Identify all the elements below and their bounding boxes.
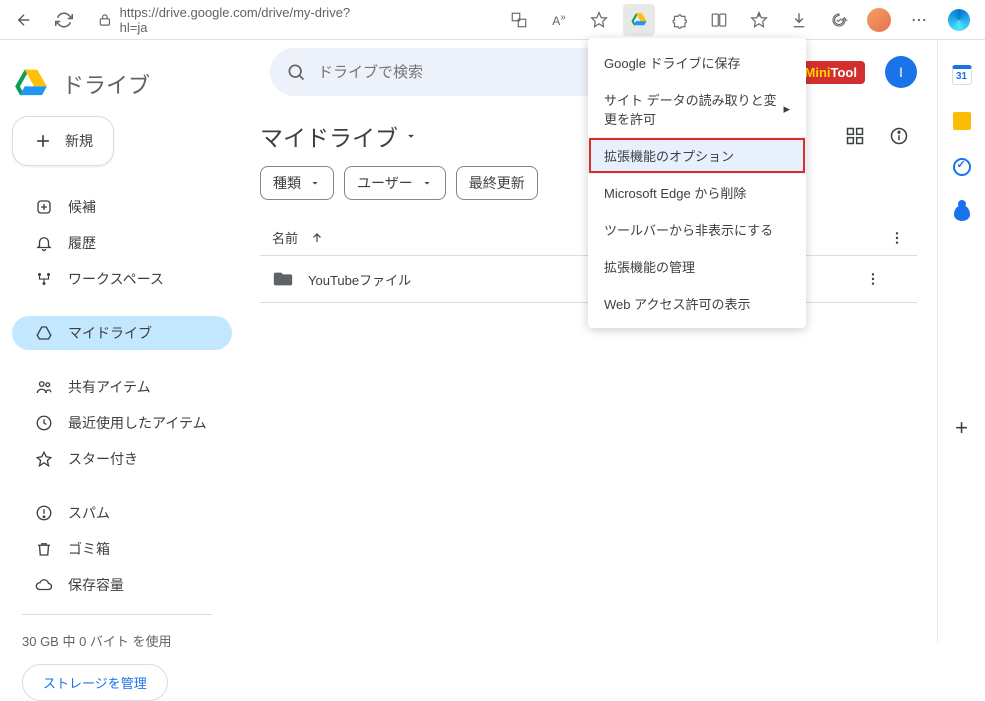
clock-icon: [34, 413, 54, 433]
sidebar-item-label: 履歴: [68, 233, 96, 253]
sidebar-item-label: 保存容量: [68, 575, 124, 595]
keep-icon[interactable]: [951, 110, 973, 132]
info-button[interactable]: [881, 118, 917, 154]
menu-save-to-drive[interactable]: Google ドライブに保存: [588, 44, 806, 81]
sidebar-item-label: スパム: [68, 503, 110, 523]
tasks-icon[interactable]: [951, 156, 973, 178]
collections-icon[interactable]: [743, 4, 775, 36]
browser-toolbar: https://drive.google.com/drive/my-drive?…: [0, 0, 985, 40]
sidebar-item-recent[interactable]: 最近使用したアイテム: [12, 406, 232, 440]
new-button[interactable]: 新規: [12, 116, 114, 166]
filter-type[interactable]: 種類: [260, 166, 334, 200]
sidebar-item-label: ワークスペース: [68, 269, 164, 289]
copilot-icon[interactable]: [943, 4, 975, 36]
name-column-header[interactable]: 名前: [272, 228, 298, 247]
file-menu[interactable]: [865, 271, 905, 287]
workspace-icon: [34, 269, 54, 289]
chevron-down-icon: [421, 177, 433, 189]
calendar-icon[interactable]: 31: [951, 64, 973, 86]
sidebar-item-mydrive[interactable]: マイドライブ: [12, 316, 232, 350]
breadcrumb-label: マイドライブ: [260, 119, 398, 153]
people-icon: [34, 377, 54, 397]
star-icon: [34, 449, 54, 469]
more-icon[interactable]: [903, 4, 935, 36]
sort-arrow-icon[interactable]: [310, 231, 324, 245]
chevron-right-icon: ▸: [783, 101, 790, 117]
storage-usage-text: 30 GB 中 0 バイト を使用: [12, 627, 232, 654]
breadcrumb[interactable]: マイドライブ: [260, 119, 418, 153]
favorite-icon[interactable]: [583, 4, 615, 36]
filter-modified[interactable]: 最終更新: [456, 166, 538, 200]
filter-user[interactable]: ユーザー: [344, 166, 446, 200]
sparkle-icon: [34, 197, 54, 217]
minitool-badge[interactable]: MiniTool: [797, 61, 865, 84]
app-title: ドライブ: [62, 68, 150, 100]
column-menu[interactable]: [889, 230, 905, 246]
read-aloud-icon[interactable]: A»: [543, 4, 575, 36]
performance-icon[interactable]: [823, 4, 855, 36]
downloads-icon[interactable]: [783, 4, 815, 36]
menu-hide-from-toolbar[interactable]: ツールバーから非表示にする: [588, 211, 806, 248]
sidebar-item-label: ゴミ箱: [68, 539, 110, 559]
bell-icon: [34, 233, 54, 253]
file-name: YouTubeファイル: [308, 270, 411, 289]
sidebar: ドライブ 新規 候補 履歴 ワークスペース マイドライブ: [0, 40, 240, 643]
side-panel: 31 +: [937, 40, 985, 643]
sidebar-item-storage[interactable]: 保存容量: [12, 568, 232, 602]
menu-extension-options[interactable]: 拡張機能のオプション: [588, 137, 806, 174]
menu-manage-extensions[interactable]: 拡張機能の管理: [588, 248, 806, 285]
cloud-icon: [34, 575, 54, 595]
extension-context-menu: Google ドライブに保存 サイト データの読み取りと変更を許可▸ 拡張機能の…: [588, 38, 806, 328]
sidebar-item-label: マイドライブ: [68, 323, 152, 343]
trash-icon: [34, 539, 54, 559]
translate-icon[interactable]: [503, 4, 535, 36]
sidebar-item-shared[interactable]: 共有アイテム: [12, 370, 232, 404]
sidebar-item-activity[interactable]: 履歴: [12, 226, 232, 260]
sidebar-item-workspaces[interactable]: ワークスペース: [12, 262, 232, 296]
split-screen-icon[interactable]: [703, 4, 735, 36]
account-avatar[interactable]: I: [885, 56, 917, 88]
manage-storage-button[interactable]: ストレージを管理: [22, 664, 168, 701]
chevron-down-icon: [309, 177, 321, 189]
sidebar-item-suggestions[interactable]: 候補: [12, 190, 232, 224]
search-icon: [286, 62, 306, 82]
folder-icon: [272, 268, 294, 290]
url-text: https://drive.google.com/drive/my-drive?…: [120, 5, 372, 35]
profile-icon[interactable]: [863, 4, 895, 36]
url-bar[interactable]: https://drive.google.com/drive/my-drive?…: [90, 5, 380, 35]
layout-toggle-button[interactable]: [837, 118, 873, 154]
sidebar-item-trash[interactable]: ゴミ箱: [12, 532, 232, 566]
lock-icon: [98, 13, 112, 27]
dropdown-caret-icon: [404, 129, 418, 143]
new-button-label: 新規: [65, 131, 93, 151]
sidebar-item-spam[interactable]: スパム: [12, 496, 232, 530]
sidebar-item-label: スター付き: [68, 449, 138, 469]
refresh-button[interactable]: [50, 6, 78, 34]
add-addon-icon[interactable]: +: [951, 417, 973, 439]
plus-icon: [33, 131, 53, 151]
sidebar-item-label: 共有アイテム: [68, 377, 151, 397]
back-button[interactable]: [10, 6, 38, 34]
drive-extension-icon[interactable]: [623, 4, 655, 36]
menu-web-permissions[interactable]: Web アクセス許可の表示: [588, 285, 806, 322]
spam-icon: [34, 503, 54, 523]
menu-remove-from-edge[interactable]: Microsoft Edge から削除: [588, 174, 806, 211]
contacts-icon[interactable]: [951, 202, 973, 224]
drive-icon: [34, 323, 54, 343]
drive-logo-icon: [12, 65, 50, 103]
sidebar-item-label: 候補: [68, 197, 96, 217]
menu-site-data-permissions[interactable]: サイト データの読み取りと変更を許可▸: [588, 81, 806, 137]
sidebar-item-starred[interactable]: スター付き: [12, 442, 232, 476]
sidebar-item-label: 最近使用したアイテム: [68, 413, 207, 433]
extensions-icon[interactable]: [663, 4, 695, 36]
